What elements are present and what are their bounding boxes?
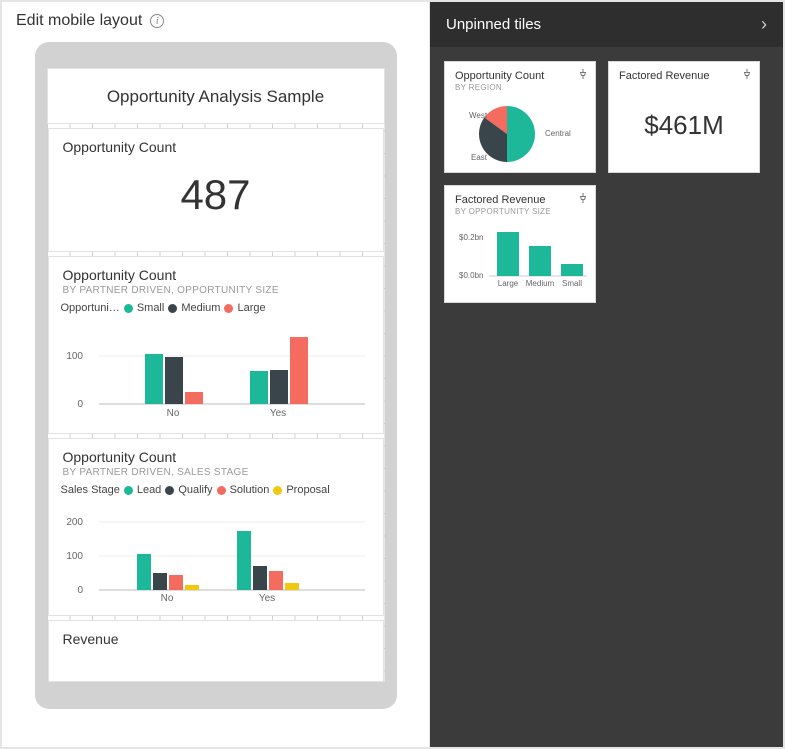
dashboard-title-text: Opportunity Analysis Sample — [48, 69, 384, 125]
phone-frame-wrap: Opportunity Analysis Sample Opportunity … — [2, 36, 429, 747]
legend-item: Lead — [137, 484, 161, 496]
x-tick: No — [166, 408, 179, 419]
chart-svg: 0 100 No Yes — [55, 316, 375, 426]
tile-opportunity-count[interactable]: Opportunity Count 487 — [48, 128, 384, 252]
swatch-icon — [168, 304, 177, 313]
legend-item: Small — [137, 302, 165, 314]
app-root: Edit mobile layout i Opportunity Analysi… — [0, 0, 785, 749]
phone-screen[interactable]: Opportunity Analysis Sample Opportunity … — [47, 68, 385, 682]
legend-item: Proposal — [286, 484, 329, 496]
left-header: Edit mobile layout i — [2, 2, 429, 36]
legend-item: Qualify — [178, 484, 212, 496]
tile-opportunity-by-partner-size[interactable]: Opportunity Count BY PARTNER DRIVEN, OPP… — [48, 256, 384, 434]
unpinned-tile-factored-revenue[interactable]: Factored Revenue $461M — [608, 61, 760, 173]
unpinned-panel: Unpinned tiles › Opportunity Count BY RE… — [430, 2, 783, 747]
svg-text:0: 0 — [77, 399, 83, 410]
tile-header: Revenue — [49, 621, 383, 649]
tile-subtitle: BY REGION — [455, 83, 585, 92]
svg-text:$0.0bn: $0.0bn — [459, 271, 483, 280]
tile-title: Opportunity Count — [63, 139, 369, 155]
bar-chart-svg: $0.2bn $0.0bn Large Medium Small — [455, 216, 591, 294]
svg-text:East: East — [471, 153, 488, 162]
svg-text:Small: Small — [562, 279, 582, 288]
unpinned-tile-opportunity-region[interactable]: Opportunity Count BY REGION West Central… — [444, 61, 596, 173]
swatch-icon — [124, 486, 133, 495]
svg-text:100: 100 — [66, 551, 83, 562]
tile-title: Opportunity Count — [455, 70, 585, 82]
swatch-icon — [224, 304, 233, 313]
info-icon[interactable]: i — [150, 14, 164, 28]
chart-legend: Opportuni… Small Medium Large — [49, 298, 383, 316]
svg-text:Large: Large — [498, 279, 519, 288]
opportunity-count-value: 487 — [49, 157, 383, 241]
tile-subtitle: BY PARTNER DRIVEN, OPPORTUNITY SIZE — [63, 285, 369, 296]
svg-text:Central: Central — [545, 129, 571, 138]
chart-svg: 0 100 200 No — [55, 498, 375, 608]
swatch-icon — [217, 486, 226, 495]
legend-item: Solution — [230, 484, 270, 496]
mobile-layout-panel: Edit mobile layout i Opportunity Analysi… — [2, 2, 430, 747]
swatch-icon — [273, 486, 282, 495]
tile-header: Opportunity Count BY PARTNER DRIVEN, OPP… — [49, 257, 383, 298]
chevron-right-icon: › — [761, 14, 767, 35]
factored-revenue-value: $461M — [619, 82, 749, 165]
tile-title: Opportunity Count — [63, 267, 369, 283]
svg-text:Medium: Medium — [526, 279, 555, 288]
unpinned-header[interactable]: Unpinned tiles › — [430, 2, 783, 47]
unpinned-tile-factored-by-size[interactable]: Factored Revenue BY OPPORTUNITY SIZE $0.… — [444, 185, 596, 303]
svg-text:$0.2bn: $0.2bn — [459, 233, 483, 242]
svg-text:West: West — [469, 111, 488, 120]
tile-title: Opportunity Count — [63, 449, 369, 465]
tile-header: Opportunity Count BY PARTNER DRIVEN, SAL… — [49, 439, 383, 480]
tile-subtitle: BY PARTNER DRIVEN, SALES STAGE — [63, 467, 369, 478]
page-title: Edit mobile layout — [16, 12, 142, 30]
tile-title: Revenue — [63, 631, 369, 647]
tile-subtitle: BY OPPORTUNITY SIZE — [455, 207, 585, 216]
tile-revenue[interactable]: Revenue — [48, 620, 384, 682]
pin-icon[interactable] — [577, 68, 589, 83]
swatch-icon — [165, 486, 174, 495]
unpinned-title: Unpinned tiles — [446, 16, 541, 33]
legend-item: Medium — [181, 302, 220, 314]
chart-legend: Sales Stage Lead Qualify Solution Propos… — [49, 480, 383, 498]
pin-icon[interactable] — [741, 68, 753, 83]
pin-icon[interactable] — [577, 192, 589, 207]
phone-frame: Opportunity Analysis Sample Opportunity … — [35, 42, 397, 709]
x-tick: No — [160, 593, 173, 604]
svg-text:100: 100 — [66, 351, 83, 362]
pie-chart-svg: West Central East — [455, 92, 587, 168]
swatch-icon — [124, 304, 133, 313]
tile-title: Factored Revenue — [619, 70, 749, 82]
x-tick: Yes — [269, 408, 285, 419]
legend-label: Sales Stage — [61, 484, 120, 496]
tile-opportunity-by-partner-stage[interactable]: Opportunity Count BY PARTNER DRIVEN, SAL… — [48, 438, 384, 616]
tile-header: Opportunity Count — [49, 129, 383, 157]
tile-title: Factored Revenue — [455, 194, 585, 206]
unpinned-tiles-grid: Opportunity Count BY REGION West Central… — [430, 47, 783, 317]
legend-label: Opportuni… — [61, 302, 120, 314]
legend-item: Large — [237, 302, 265, 314]
tile-dashboard-title[interactable]: Opportunity Analysis Sample — [47, 68, 385, 124]
svg-text:200: 200 — [66, 517, 83, 528]
x-tick: Yes — [258, 593, 274, 604]
svg-text:0: 0 — [77, 585, 83, 596]
